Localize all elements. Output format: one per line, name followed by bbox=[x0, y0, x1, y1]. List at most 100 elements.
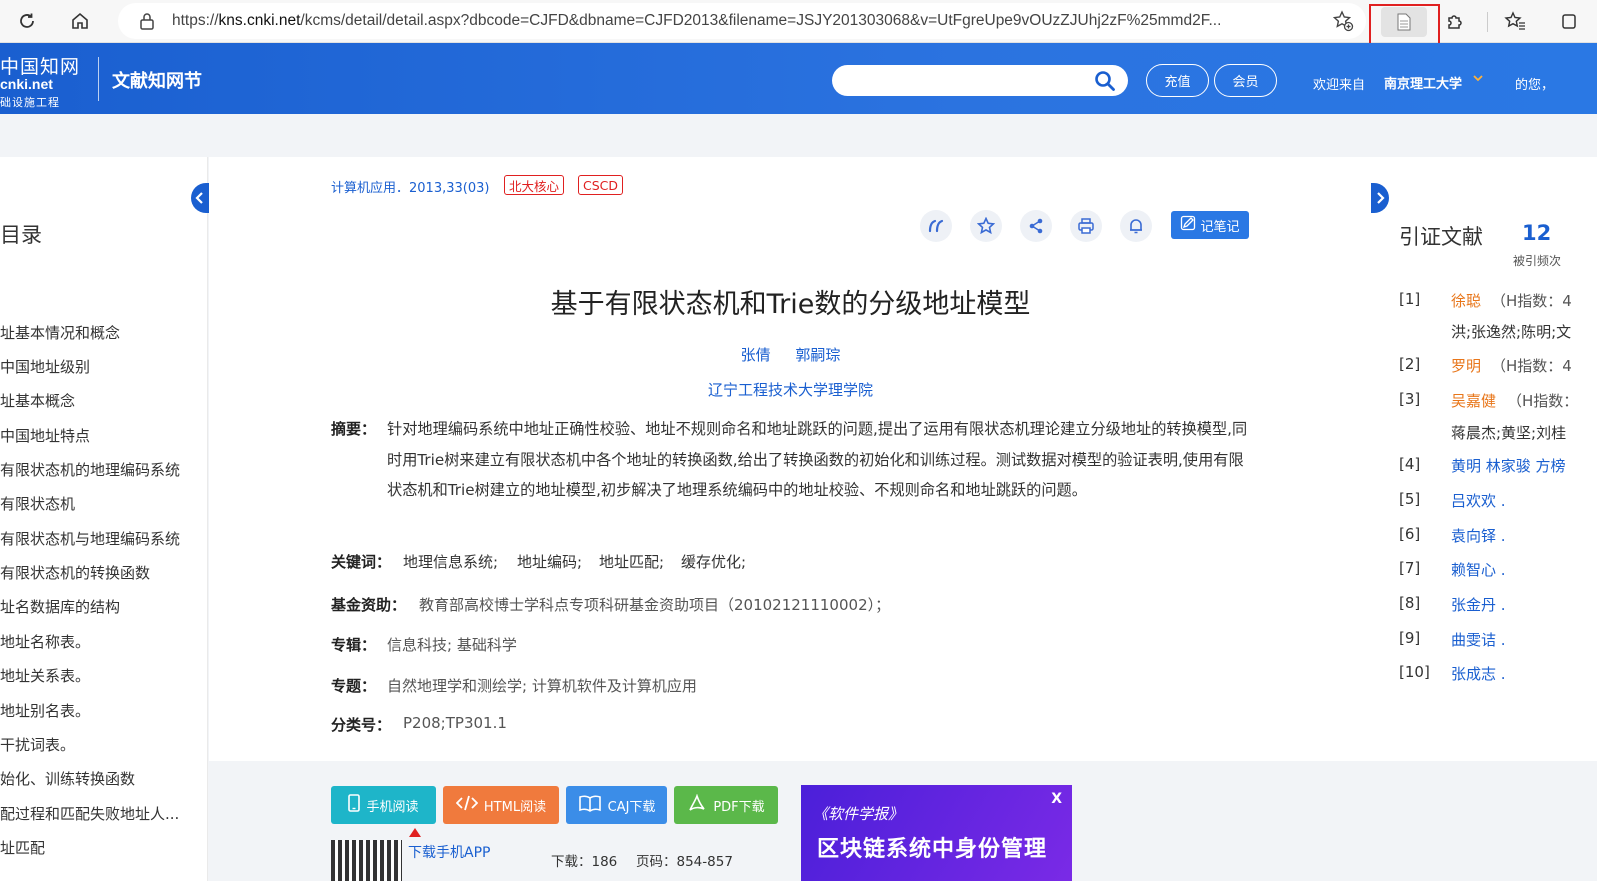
toc-title: 目录 bbox=[0, 223, 42, 247]
citation-number: [1] bbox=[1399, 290, 1421, 308]
citation-author-link[interactable]: 张成志 . bbox=[1451, 663, 1506, 684]
author-link[interactable]: 郭嗣琮 bbox=[795, 346, 840, 364]
toc-item[interactable]: 中国地址特点 bbox=[0, 425, 200, 446]
series-label: 专辑： bbox=[331, 636, 377, 654]
toc-item[interactable]: 中国地址级别 bbox=[0, 356, 200, 377]
ad-close-button[interactable]: X bbox=[1051, 791, 1062, 807]
citation-author-link[interactable]: 罗明 bbox=[1451, 355, 1481, 376]
mobile-read-button[interactable]: 手机阅读 bbox=[331, 786, 436, 824]
toc-item[interactable]: 址基本概念 bbox=[0, 390, 200, 411]
take-note-label: 记笔记 bbox=[1200, 219, 1240, 235]
mobile-read-label: 手机阅读 bbox=[366, 799, 419, 815]
badge-cscd: CSCD bbox=[578, 175, 624, 195]
logo-text[interactable]: 中国知网 bbox=[0, 52, 80, 79]
toc-item[interactable]: 址基本情况和概念 bbox=[0, 322, 200, 343]
ad-banner[interactable]: 《软件学报》 区块链系统中身份管理 X bbox=[801, 785, 1072, 881]
citation-author-link[interactable]: 吕欢欢 . bbox=[1451, 490, 1506, 511]
keyword-link[interactable]: 地理信息系统; bbox=[403, 551, 498, 572]
html-read-label: HTML阅读 bbox=[483, 799, 547, 815]
toc-item[interactable]: 地址关系表。 bbox=[0, 665, 200, 686]
add-favorite-icon[interactable] bbox=[1332, 10, 1354, 36]
toc-item[interactable]: 地址别名表。 bbox=[0, 700, 200, 721]
take-note-button[interactable]: 记笔记 bbox=[1171, 211, 1249, 239]
citation-number: [6] bbox=[1399, 525, 1421, 543]
citation-number: [8] bbox=[1399, 594, 1421, 612]
lock-icon[interactable] bbox=[136, 10, 158, 32]
collections-icon[interactable] bbox=[1555, 6, 1585, 36]
share-icon[interactable] bbox=[1020, 210, 1052, 242]
extensions-icon[interactable] bbox=[1440, 6, 1470, 36]
logo-domain[interactable]: cnki.net bbox=[0, 76, 53, 92]
citation-number: [3] bbox=[1399, 390, 1421, 408]
highlight-box bbox=[1369, 4, 1440, 45]
toc-item[interactable]: 址匹配 bbox=[0, 837, 200, 858]
print-icon[interactable] bbox=[1070, 210, 1102, 242]
toc-item[interactable]: 有限状态机的地理编码系统 bbox=[0, 459, 200, 480]
star-icon[interactable] bbox=[970, 210, 1002, 242]
citation-author-link[interactable]: 黄明 林家骏 方榜 bbox=[1451, 455, 1566, 476]
citation-number: [2] bbox=[1399, 355, 1421, 373]
code-icon bbox=[455, 795, 479, 815]
bell-icon[interactable] bbox=[1120, 210, 1152, 242]
citation-author-link[interactable]: 张金丹 . bbox=[1451, 594, 1506, 615]
citation-author-link[interactable]: 徐聪 bbox=[1451, 290, 1481, 311]
toc-item[interactable]: 有限状态机与地理编码系统 bbox=[0, 528, 200, 549]
h-index-text: （H指数：4 bbox=[1491, 292, 1572, 310]
citation-number: [5] bbox=[1399, 490, 1421, 508]
class-value: P208;TP301.1 bbox=[403, 714, 507, 732]
author-list: 张倩 郭嗣琮 bbox=[331, 344, 1250, 365]
citation-author-link[interactable]: 袁向铎 . bbox=[1451, 525, 1506, 546]
citation-author-link[interactable]: 吴嘉健 bbox=[1451, 390, 1496, 411]
home-icon[interactable] bbox=[65, 6, 95, 36]
search-input[interactable] bbox=[832, 65, 1128, 96]
pdf-download-label: PDF下载 bbox=[713, 799, 765, 815]
pdf-download-button[interactable]: PDF下载 bbox=[674, 786, 778, 824]
toc-item[interactable]: 有限状态机的转换函数 bbox=[0, 562, 200, 583]
citation-count-label: 被引频次 bbox=[1513, 254, 1562, 268]
toc-item[interactable]: 地址名称表。 bbox=[0, 631, 200, 652]
caret-up-icon bbox=[409, 828, 421, 837]
keyword-link[interactable]: 缓存优化; bbox=[681, 551, 746, 572]
reload-icon[interactable] bbox=[12, 6, 42, 36]
citation-number: [7] bbox=[1399, 559, 1421, 577]
citation-author-link[interactable]: 赖智心 . bbox=[1451, 559, 1506, 580]
app-download-link[interactable]: 下载手机APP bbox=[408, 842, 490, 862]
member-button[interactable]: 会员 bbox=[1214, 64, 1277, 97]
citation-author-link[interactable]: 曲雯诘 . bbox=[1451, 629, 1506, 650]
toc-item[interactable]: 干扰词表。 bbox=[0, 734, 200, 755]
journal-info[interactable]: 计算机应用．2013,33(03) bbox=[331, 177, 489, 196]
pdf-icon bbox=[687, 793, 707, 816]
citation-count[interactable]: 12 bbox=[1522, 221, 1551, 245]
url-text: https://kns.cnki.net/kcms/detail/detail.… bbox=[172, 12, 1222, 29]
html-read-button[interactable]: HTML阅读 bbox=[443, 786, 559, 824]
toc-item[interactable]: 有限状态机 bbox=[0, 493, 200, 514]
abstract-text: 针对地理编码系统中地址正确性校验、地址不规则命名和地址跳跃的问题,提出了运用有限… bbox=[387, 420, 1248, 499]
keyword-link[interactable]: 地址匹配; bbox=[599, 551, 664, 572]
citation-coauthors[interactable]: 洪;张逸然;陈明;文 bbox=[1451, 321, 1571, 342]
favorites-icon[interactable] bbox=[1500, 6, 1530, 36]
caj-download-button[interactable]: CAJ下载 bbox=[566, 786, 667, 824]
institution-name[interactable]: 南京理工大学 bbox=[1384, 73, 1462, 92]
h-index-text: （H指数： bbox=[1507, 392, 1579, 410]
keywords-label: 关键词： bbox=[331, 553, 392, 571]
fund-link[interactable]: 教育部高校博士学科点专项科研基金资助项目（20102121110002）； bbox=[419, 594, 890, 615]
quote-icon[interactable] bbox=[920, 210, 952, 242]
book-icon bbox=[578, 794, 602, 816]
keyword-link[interactable]: 地址编码; bbox=[517, 551, 582, 572]
toc-item[interactable]: 址名数据库的结构 bbox=[0, 596, 200, 617]
citation-number: [4] bbox=[1399, 455, 1421, 473]
abstract-label: 摘要： bbox=[331, 420, 377, 438]
site-name[interactable]: 文献知网节 bbox=[112, 67, 202, 93]
class-label: 分类号： bbox=[331, 716, 392, 734]
citation-coauthors[interactable]: 蒋晨杰;黄坚;刘桂 bbox=[1451, 422, 1566, 443]
affiliation-link[interactable]: 辽宁工程技术大学理学院 bbox=[331, 379, 1250, 400]
logo-divider bbox=[98, 57, 99, 101]
chevron-down-icon[interactable] bbox=[1472, 72, 1484, 87]
search-icon[interactable] bbox=[1094, 70, 1116, 96]
article-title: 基于有限状态机和Trie数的分级地址模型 bbox=[550, 289, 1031, 320]
toc-item[interactable]: 配过程和匹配失败地址人... bbox=[0, 803, 200, 824]
address-bar[interactable]: https://kns.cnki.net/kcms/detail/detail.… bbox=[118, 3, 1366, 39]
toc-item[interactable]: 始化、训练转换函数 bbox=[0, 768, 200, 789]
author-link[interactable]: 张倩 bbox=[741, 346, 771, 364]
recharge-button[interactable]: 充值 bbox=[1146, 64, 1209, 97]
